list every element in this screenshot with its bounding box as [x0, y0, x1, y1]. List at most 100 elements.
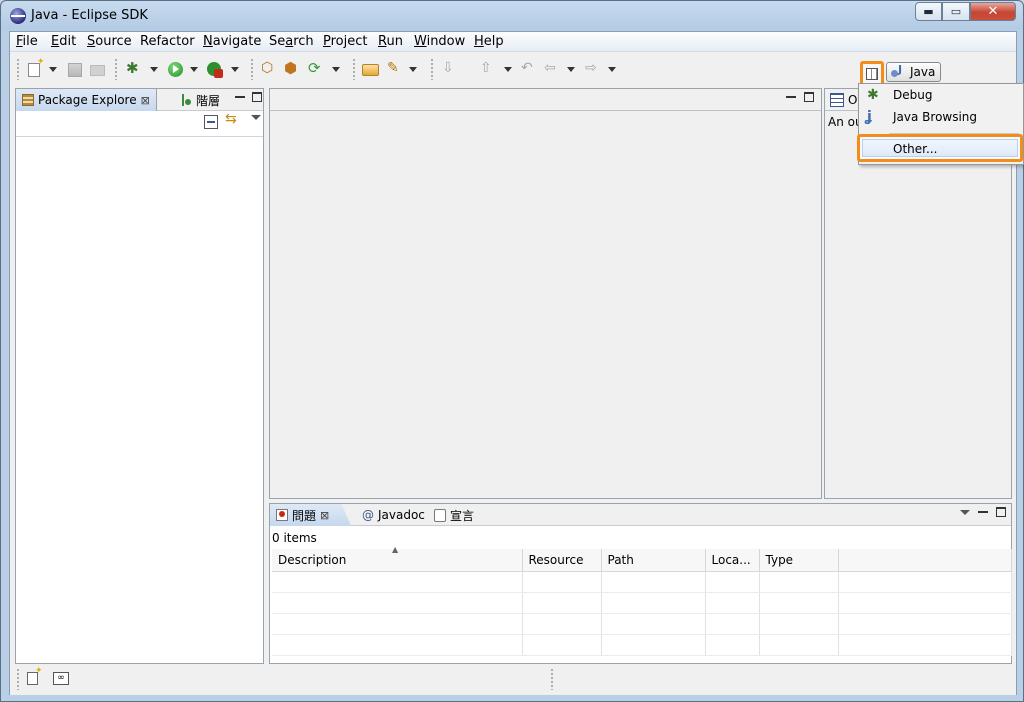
annotation-dropdown-arrow-icon[interactable]	[504, 67, 512, 72]
eclipse-logo-icon	[10, 8, 26, 24]
new-icon[interactable]	[28, 57, 45, 77]
last-edit-icon[interactable]: ↶	[521, 60, 539, 78]
javadoc-icon: @	[362, 508, 374, 522]
minimize-editor-icon[interactable]	[786, 92, 796, 102]
java-browsing-icon: ʝ	[867, 109, 872, 125]
table-row	[272, 613, 1012, 635]
table-row	[272, 634, 1012, 656]
menu-file[interactable]: File	[16, 34, 38, 49]
forward-dropdown-arrow-icon[interactable]	[608, 67, 616, 72]
open-type-icon[interactable]	[362, 64, 379, 76]
tab-label: 宣言	[450, 508, 475, 523]
maximize-button[interactable]: ▭	[942, 2, 970, 21]
menu-search[interactable]: Search	[269, 34, 314, 49]
problems-table: Description ▲ Resource Path Loca... Type	[272, 545, 1012, 656]
memory-icon[interactable]: ∞	[53, 672, 69, 685]
table-header-row: Description ▲ Resource Path Loca... Type	[272, 545, 1012, 572]
menu-navigate[interactable]: Navigate	[203, 34, 261, 49]
hierarchy-icon	[180, 93, 192, 107]
toolbar-grip[interactable]	[250, 58, 254, 80]
menu-project[interactable]: Project	[323, 34, 368, 49]
menu-refactor[interactable]: Refactor	[140, 34, 195, 49]
minimize-button[interactable]: ▬	[915, 2, 942, 21]
perspective-menu: ✱ Debug ʝ Java Browsing Other...	[857, 83, 1024, 165]
column-resource[interactable]: Resource	[522, 549, 602, 572]
menu-item-java-browsing[interactable]: ʝ Java Browsing	[861, 106, 1021, 128]
menu-help[interactable]: Help	[474, 34, 504, 49]
tab-label: 階層	[196, 93, 221, 108]
debug-icon[interactable]: ✱	[126, 59, 144, 77]
toolbar-grip[interactable]	[16, 58, 20, 80]
toolbar-grip[interactable]	[430, 58, 434, 80]
problems-header: 問題 ⊠ @ Javadoc 宣言	[270, 504, 1011, 526]
new-package-icon[interactable]: ⬢	[284, 59, 302, 77]
print-icon[interactable]	[90, 65, 105, 76]
minimize-view-icon[interactable]	[235, 92, 245, 102]
java-perspective-button[interactable]: Java	[886, 62, 941, 82]
external-tools-icon[interactable]	[207, 62, 223, 78]
menu-item-label: Other...	[893, 142, 938, 156]
debug-bug-icon: ✱	[867, 87, 879, 103]
save-icon[interactable]	[68, 63, 82, 77]
toolbar-grip[interactable]	[352, 58, 356, 80]
tab-label: Package Explore	[38, 93, 137, 107]
forward-icon[interactable]: ⇨	[585, 60, 603, 78]
status-bar: ✦ ∞	[10, 664, 1016, 695]
tab-hierarchy[interactable]: 階層	[176, 89, 224, 111]
problems-view: 問題 ⊠ @ Javadoc 宣言 0 items Description ▲	[269, 503, 1012, 664]
new-java-project-icon[interactable]: ⬡	[261, 60, 279, 78]
new-fast-view-icon[interactable]: ✦	[27, 666, 43, 685]
search-dropdown-arrow-icon[interactable]	[409, 67, 417, 72]
debug-dropdown-arrow-icon[interactable]	[150, 67, 158, 72]
column-type[interactable]: Type	[759, 549, 839, 572]
menu-source[interactable]: Source	[87, 34, 132, 49]
column-filler	[838, 549, 1012, 572]
maximize-view-icon[interactable]	[252, 92, 262, 102]
run-icon[interactable]	[168, 62, 183, 77]
tab-javadoc[interactable]: @ Javadoc	[358, 504, 429, 526]
column-path[interactable]: Path	[601, 549, 706, 572]
menu-edit[interactable]: Edit	[51, 34, 76, 49]
maximize-view-icon[interactable]	[996, 507, 1006, 517]
minimize-view-icon[interactable]	[978, 507, 988, 517]
back-icon[interactable]: ⇦	[544, 60, 562, 78]
search-icon[interactable]: ✎	[387, 60, 405, 78]
tab-declaration[interactable]: 宣言	[430, 504, 478, 526]
column-description[interactable]: Description ▲	[272, 545, 523, 572]
tab-problems[interactable]: 問題 ⊠	[270, 504, 352, 526]
close-button[interactable]: ✕	[970, 2, 1016, 21]
column-location[interactable]: Loca...	[705, 549, 760, 572]
view-menu-icon[interactable]	[251, 115, 261, 120]
link-with-editor-icon[interactable]: ⇆	[225, 111, 239, 127]
new-dropdown-arrow-icon[interactable]	[49, 67, 57, 72]
column-label: Description	[278, 552, 347, 567]
close-icon[interactable]: ⊠	[320, 509, 329, 522]
table-row	[272, 571, 1012, 593]
tab-label: 問題	[292, 508, 317, 523]
sort-ascending-icon: ▲	[392, 545, 399, 554]
problems-icon	[276, 509, 288, 521]
view-menu-icon[interactable]	[960, 510, 970, 515]
run-dropdown-arrow-icon[interactable]	[190, 67, 198, 72]
status-grip[interactable]	[16, 668, 20, 690]
maximize-editor-icon[interactable]	[804, 92, 814, 102]
editor-tab-strip	[270, 89, 821, 111]
tab-package-explorer[interactable]: Package Explore ⊠	[16, 89, 157, 111]
new-class-icon[interactable]: ⟳	[308, 59, 326, 77]
next-annotation-icon[interactable]: ⇩	[442, 60, 460, 78]
back-dropdown-arrow-icon[interactable]	[567, 67, 575, 72]
menu-run[interactable]: Run	[378, 34, 403, 49]
close-icon[interactable]: ⊠	[141, 94, 150, 107]
menu-item-debug[interactable]: ✱ Debug	[861, 84, 1021, 106]
menu-window[interactable]: Window	[414, 34, 465, 49]
package-explorer-icon	[22, 94, 34, 106]
collapse-all-icon[interactable]	[204, 115, 218, 129]
new-class-dropdown-arrow-icon[interactable]	[332, 67, 340, 72]
external-tools-dropdown-arrow-icon[interactable]	[231, 67, 239, 72]
toolbar-grip[interactable]	[114, 58, 118, 80]
prev-annotation-icon[interactable]: ⇧	[480, 60, 498, 78]
column-label: Path	[607, 552, 634, 567]
status-grip[interactable]	[550, 668, 554, 690]
column-label: Type	[765, 552, 794, 567]
menu-item-other[interactable]: Other...	[857, 134, 1023, 162]
